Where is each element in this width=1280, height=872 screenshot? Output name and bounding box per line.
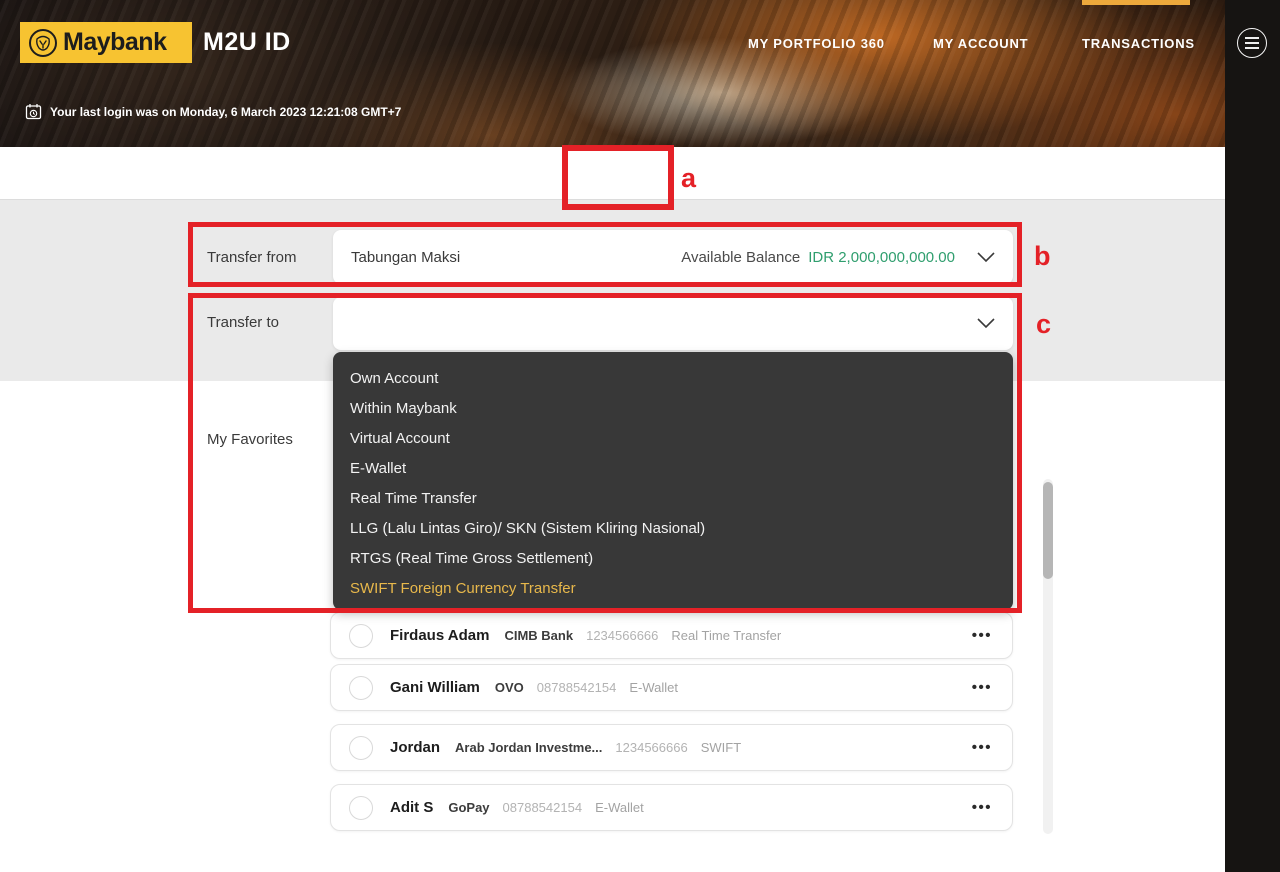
option-own-account[interactable]: Own Account [333, 364, 1013, 394]
favorite-account-number: 1234566666 [586, 628, 658, 643]
transfer-from-select[interactable]: Tabungan Maksi Available Balance IDR 2,0… [333, 230, 1013, 284]
hamburger-menu-icon[interactable] [1237, 28, 1267, 58]
annotation-letter-b: b [1034, 241, 1051, 272]
favorite-transfer-type: E-Wallet [629, 680, 678, 695]
available-balance-value: IDR 2,000,000,000.00 [808, 249, 955, 266]
last-login-text: Your last login was on Monday, 6 March 2… [50, 105, 401, 119]
favorites-scrollbar-thumb[interactable] [1043, 482, 1053, 579]
favorite-transfer-type: Real Time Transfer [671, 628, 781, 643]
transaction-tabbar: PAYMENT TRANSFER PURCHASE [0, 147, 1225, 200]
favorite-row-gani-william[interactable]: Gani William OVO 08788542154 E-Wallet ••… [330, 664, 1013, 711]
favorite-account-number: 08788542154 [537, 680, 617, 695]
favorite-account-number: 1234566666 [615, 740, 687, 755]
favorites-scrollbar-track[interactable] [1043, 479, 1053, 834]
radio-button[interactable] [349, 624, 373, 648]
nav-transactions[interactable]: TRANSACTIONS [1082, 36, 1195, 51]
favorite-transfer-type: E-Wallet [595, 800, 644, 815]
more-options-icon[interactable]: ••• [972, 799, 992, 816]
favorite-name: Gani William [390, 679, 480, 696]
m2u-app-window: Maybank M2U ID MY PORTFOLIO 360 MY ACCOU… [0, 0, 1280, 872]
option-within-maybank[interactable]: Within Maybank [333, 394, 1013, 424]
favorite-account-number: 08788542154 [503, 800, 583, 815]
favorite-bank: OVO [495, 680, 524, 695]
my-favorites-label: My Favorites [207, 431, 293, 448]
option-llg-skn[interactable]: LLG (Lalu Lintas Giro)/ SKN (Sistem Klir… [333, 514, 1013, 544]
radio-button[interactable] [349, 736, 373, 760]
option-e-wallet[interactable]: E-Wallet [333, 454, 1013, 484]
chevron-down-icon[interactable] [977, 318, 995, 329]
transfer-from-label: Transfer from [207, 249, 296, 266]
header-tiger-banner: Maybank M2U ID MY PORTFOLIO 360 MY ACCOU… [0, 0, 1225, 147]
top-navigation: MY PORTFOLIO 360 MY ACCOUNT TRANSACTIONS [0, 0, 1225, 86]
option-rtgs[interactable]: RTGS (Real Time Gross Settlement) [333, 544, 1013, 574]
calendar-clock-icon [25, 103, 42, 120]
more-options-icon[interactable]: ••• [972, 679, 992, 696]
favorite-name: Adit S [390, 799, 433, 816]
balance-group: Available Balance IDR 2,000,000,000.00 [681, 249, 955, 266]
available-balance-label: Available Balance [681, 249, 800, 266]
favorite-row-firdaus-adam[interactable]: Firdaus Adam CIMB Bank 1234566666 Real T… [330, 612, 1013, 659]
favorite-name: Firdaus Adam [390, 627, 489, 644]
favorite-bank: CIMB Bank [504, 628, 573, 643]
favorite-row-jordan[interactable]: Jordan Arab Jordan Investme... 123456666… [330, 724, 1013, 771]
option-swift-foreign-currency[interactable]: SWIFT Foreign Currency Transfer [333, 574, 1013, 604]
source-account-name: Tabungan Maksi [351, 249, 460, 266]
radio-button[interactable] [349, 796, 373, 820]
option-real-time-transfer[interactable]: Real Time Transfer [333, 484, 1013, 514]
nav-my-portfolio-360[interactable]: MY PORTFOLIO 360 [748, 36, 885, 51]
more-options-icon[interactable]: ••• [972, 627, 992, 644]
more-options-icon[interactable]: ••• [972, 739, 992, 756]
radio-button[interactable] [349, 676, 373, 700]
annotation-letter-a: a [681, 163, 696, 194]
chevron-down-icon[interactable] [977, 252, 995, 263]
option-virtual-account[interactable]: Virtual Account [333, 424, 1013, 454]
favorite-row-adit-s[interactable]: Adit S GoPay 08788542154 E-Wallet ••• [330, 784, 1013, 831]
transfer-to-select[interactable] [333, 297, 1013, 350]
transfer-to-dropdown-menu: Own Account Within Maybank Virtual Accou… [333, 352, 1013, 610]
nav-my-account[interactable]: MY ACCOUNT [933, 36, 1028, 51]
transfer-to-label: Transfer to [207, 314, 279, 331]
last-login-row: Your last login was on Monday, 6 March 2… [25, 103, 401, 120]
annotation-letter-c: c [1036, 309, 1051, 340]
favorite-name: Jordan [390, 739, 440, 756]
favorite-bank: GoPay [448, 800, 489, 815]
favorite-transfer-type: SWIFT [701, 740, 741, 755]
right-sidebar-rail [1225, 0, 1280, 872]
favorite-bank: Arab Jordan Investme... [455, 740, 602, 755]
